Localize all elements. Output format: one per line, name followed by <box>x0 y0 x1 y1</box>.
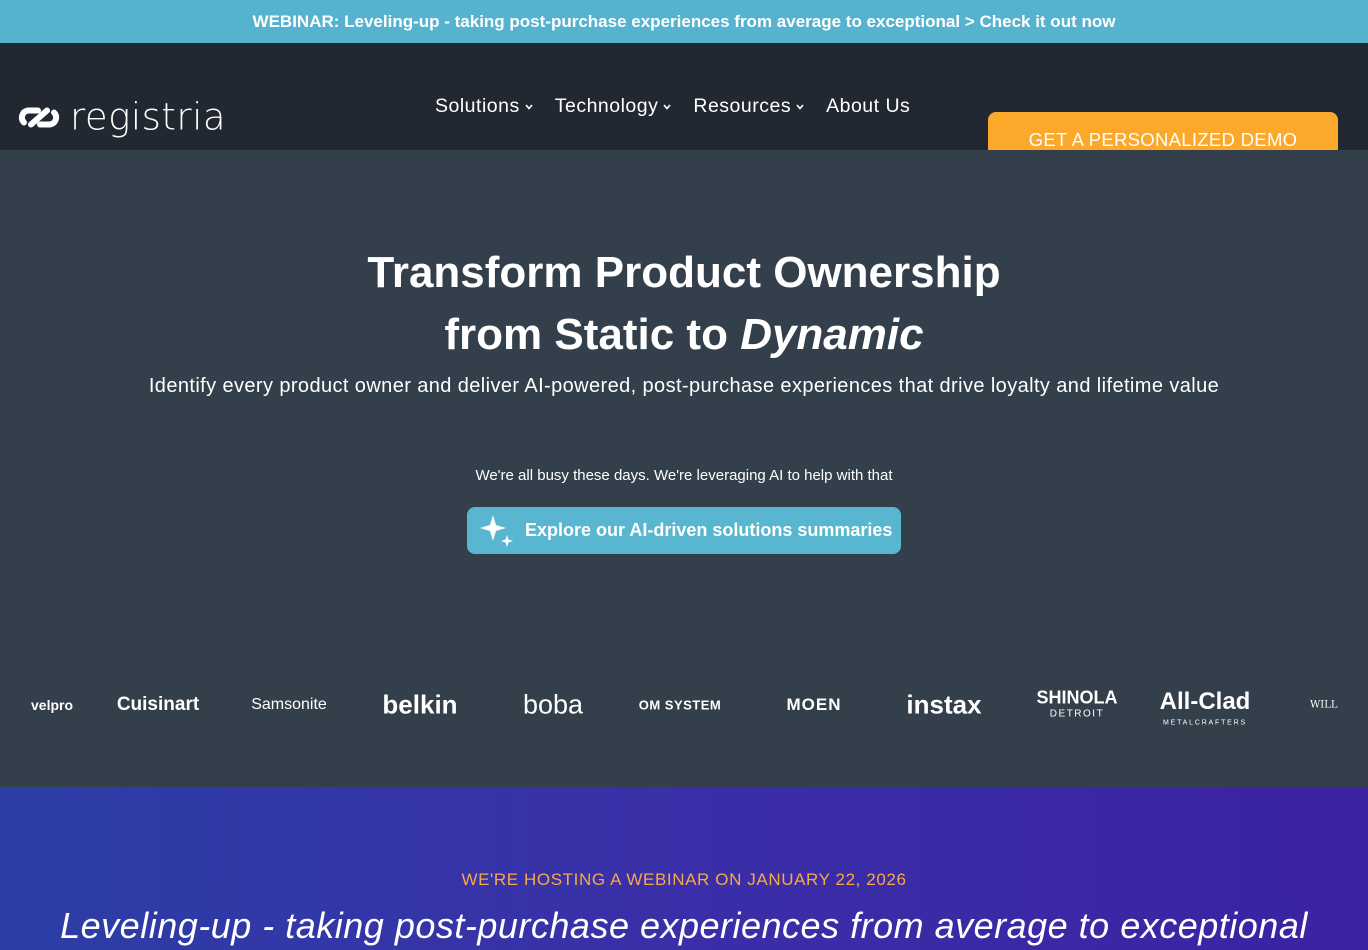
logo-moen: MOEN <box>786 695 842 714</box>
logo-cuisinart: Cuisinart <box>116 694 200 715</box>
brand-logo[interactable]: registria <box>18 96 226 139</box>
main-navigation: registria Solutions Technology Resources… <box>0 43 1368 167</box>
ai-button-label: Explore our AI-driven solutions summarie… <box>525 520 893 540</box>
ai-note: We're all busy these days. We're leverag… <box>475 467 893 484</box>
logo-shinola-detroit: DETROIT <box>1049 708 1105 720</box>
nav-item-solutions[interactable]: Solutions <box>435 95 534 118</box>
hero-subtitle: Identify every product owner and deliver… <box>148 375 1220 397</box>
logo-shinola: SHINOLA <box>1036 687 1118 708</box>
logo-instax: instax <box>906 689 982 720</box>
logo-boba: boba <box>522 689 584 720</box>
webinar-kicker: WE'RE HOSTING A WEBINAR ON JANUARY 22, 2… <box>461 870 907 889</box>
announcement-bar[interactable]: WEBINAR: Leveling-up - taking post-purch… <box>0 0 1368 43</box>
chevron-down-icon <box>525 103 533 110</box>
chevron-down-icon <box>663 103 671 110</box>
nav-item-resources[interactable]: Resources <box>693 95 805 118</box>
chevron-down-icon <box>796 103 804 110</box>
webinar-title[interactable]: Leveling-up - taking post-purchase exper… <box>0 905 1368 947</box>
hero-title: Transform Product Ownership from Static … <box>0 242 1368 366</box>
nav-item-about-us[interactable]: About Us <box>826 95 910 118</box>
customer-logo-strip: velpro Cuisinart Samsonite belkin boba O… <box>30 670 1338 740</box>
hero-title-emphasis: Dynamic <box>740 310 924 359</box>
nav-item-label: About Us <box>826 95 911 117</box>
nav-item-technology[interactable]: Technology <box>555 95 673 118</box>
logo-om-system: OM SYSTEM <box>638 697 722 713</box>
nav-item-label: Resources <box>693 95 792 117</box>
nav-item-label: Technology <box>554 95 659 117</box>
link-chain-icon <box>18 107 60 127</box>
logo-samsonite: Samsonite <box>251 696 327 713</box>
announcement-text[interactable]: WEBINAR: Leveling-up - taking post-purch… <box>253 12 1116 32</box>
logo-williams-sonoma: WILL SONO <box>1310 699 1338 711</box>
nav-menu: Solutions Technology Resources About Us <box>435 95 910 118</box>
logo-belkin: belkin <box>382 689 458 720</box>
brand-name: registria <box>70 95 227 139</box>
logo-all-clad: All-Clad <box>1159 688 1251 715</box>
logo-velpro: velpro <box>30 697 74 713</box>
hero-title-line1: Transform Product Ownership <box>367 248 1001 297</box>
logo-all-clad-sub: METALCRAFTERS <box>1163 719 1247 727</box>
sparkle-icon <box>480 514 513 547</box>
hero-title-line2-prefix: from Static to <box>444 310 741 359</box>
nav-item-label: Solutions <box>435 95 520 117</box>
ai-summaries-button[interactable]: Explore our AI-driven solutions summarie… <box>467 507 901 554</box>
